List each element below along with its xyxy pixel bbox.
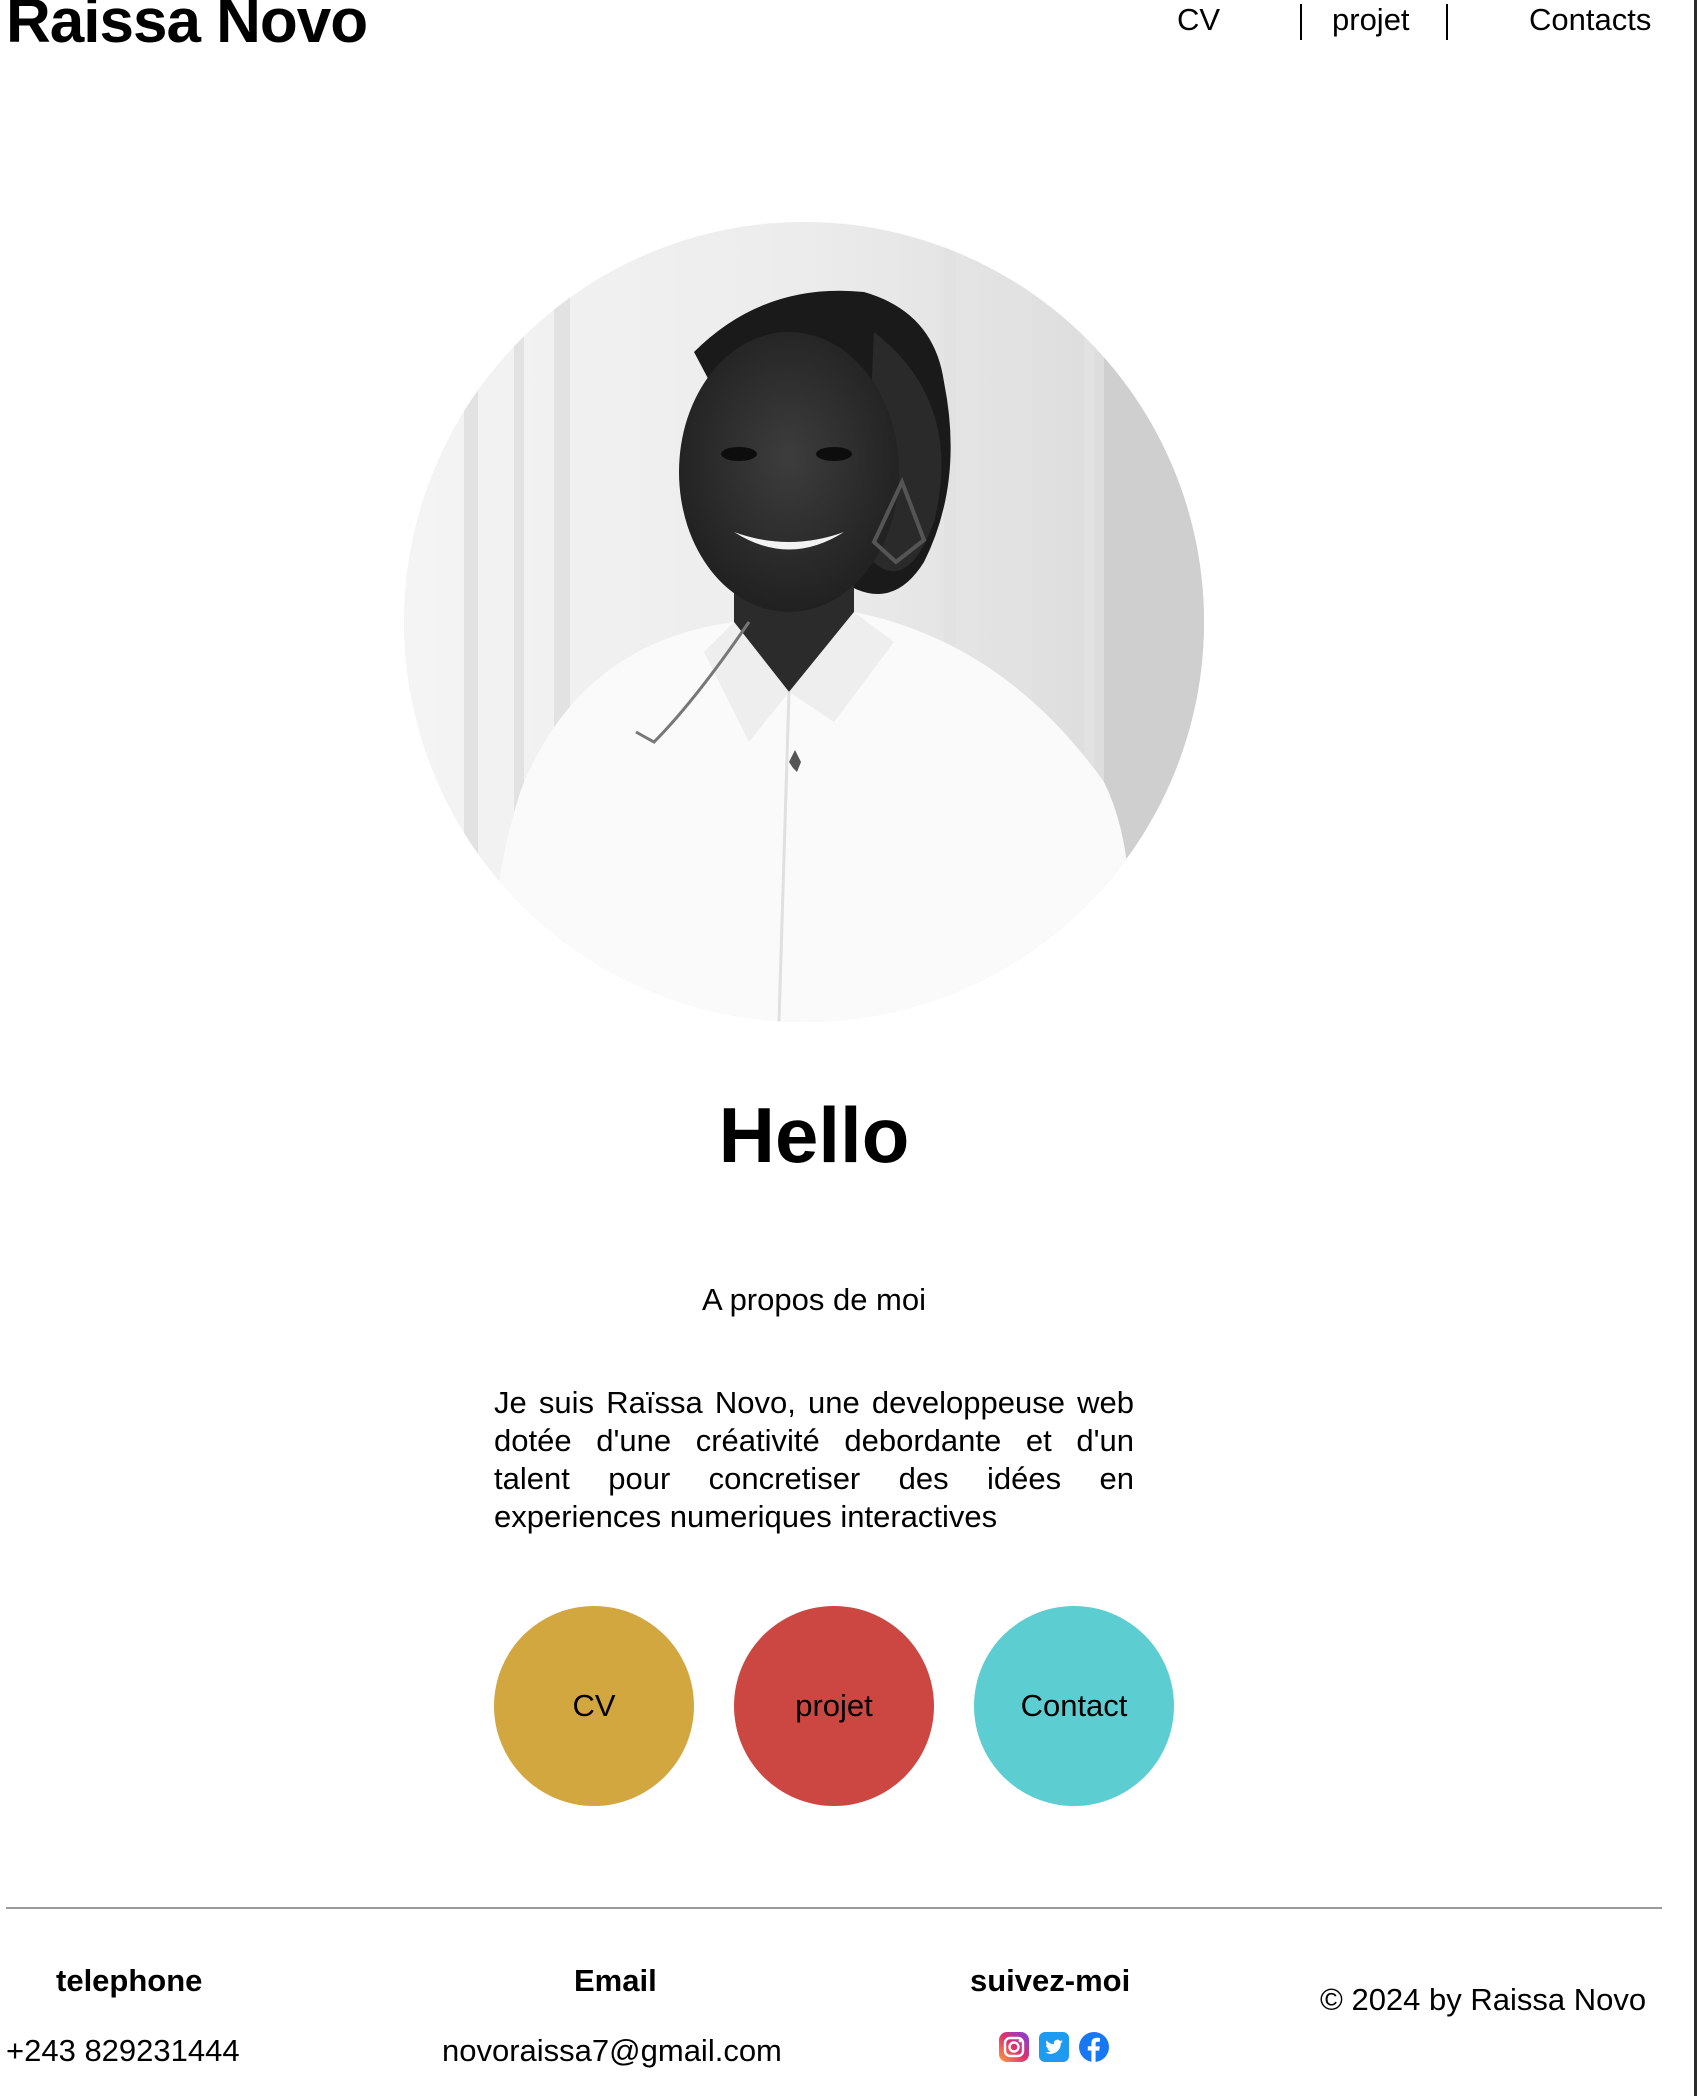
nav-separator — [1300, 4, 1302, 40]
facebook-icon[interactable] — [1078, 2031, 1110, 2063]
about-text: Je suis Raïssa Novo, une developpeuse we… — [494, 1385, 1134, 1534]
top-nav: CV projet Contacts — [1140, 2, 1670, 42]
copyright: © 2024 by Raissa Novo — [1320, 1982, 1647, 2017]
hero-heading: Hello — [718, 1091, 910, 1179]
social-links — [998, 2031, 1110, 2063]
nav-link-cv[interactable]: CV — [1177, 2, 1220, 38]
nav-link-projet[interactable]: projet — [1332, 2, 1410, 38]
email-value[interactable]: novoraissa7@gmail.com — [442, 2033, 782, 2069]
window-edge — [1694, 0, 1697, 2096]
nav-link-contacts[interactable]: Contacts — [1529, 2, 1651, 38]
cv-button[interactable]: CV — [494, 1606, 694, 1806]
profile-photo-illustration — [404, 222, 1204, 1022]
social-heading: suivez-moi — [970, 1963, 1131, 1998]
profile-photo — [404, 222, 1204, 1022]
nav-separator — [1446, 4, 1448, 40]
twitter-icon[interactable] — [1038, 2031, 1070, 2063]
projet-button[interactable]: projet — [734, 1606, 934, 1806]
footer-divider — [6, 1907, 1662, 1909]
phone-heading: telephone — [56, 1963, 203, 1998]
email-heading: Email — [574, 1963, 657, 1998]
site-brand[interactable]: Raissa Novo — [6, 0, 368, 57]
contact-button[interactable]: Contact — [974, 1606, 1174, 1806]
about-title: A propos de moi — [701, 1282, 927, 1317]
instagram-icon[interactable] — [998, 2031, 1030, 2063]
phone-value[interactable]: +243 829231444 — [6, 2033, 240, 2069]
